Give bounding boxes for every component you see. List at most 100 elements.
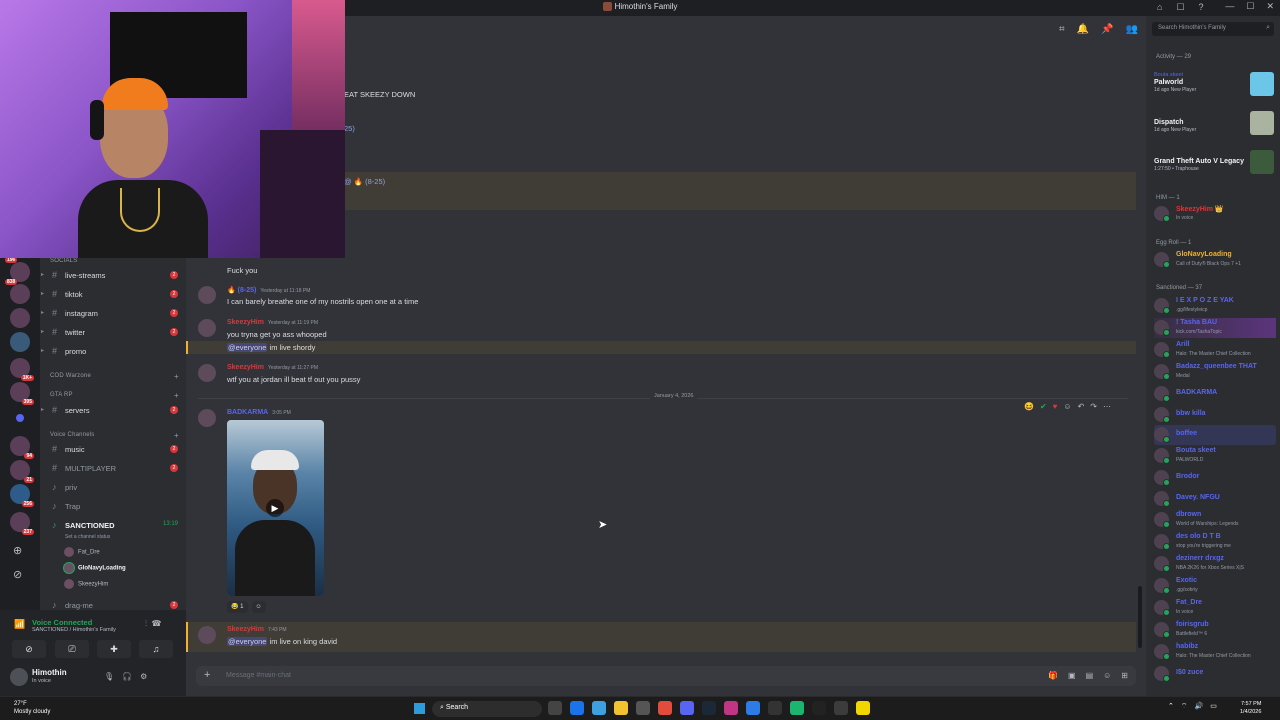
- activity-card[interactable]: Dispatch 1d ago New Player: [1154, 111, 1274, 145]
- chrome-icon[interactable]: [658, 701, 672, 715]
- instagram-icon[interactable]: [724, 701, 738, 715]
- reply-icon[interactable]: ↶: [1078, 402, 1085, 411]
- message-input[interactable]: Message #main-chat: [226, 672, 291, 679]
- activities-button[interactable]: ✚: [97, 640, 131, 658]
- add-reaction-icon[interactable]: ☺: [251, 601, 266, 613]
- member-row[interactable]: habibz Halo: The Master Chief Collection: [1154, 642, 1276, 662]
- channel-twitter[interactable]: ▸ # twitter 2: [40, 324, 186, 342]
- channel-tiktok[interactable]: ▸ # tiktok 2: [40, 286, 186, 304]
- member-row[interactable]: foirisgrub Battlefield™ 6: [1154, 620, 1276, 640]
- member-row[interactable]: GloNavyLoading Call of Duty® Black Ops 7 …: [1154, 250, 1276, 270]
- add-reaction-icon[interactable]: ☺: [1063, 402, 1071, 411]
- sticker-icon[interactable]: ▤: [1086, 671, 1094, 680]
- member-row[interactable]: dbrown World of Warships: Legends: [1154, 510, 1276, 530]
- message-author[interactable]: SkeezyHim Yesterday at 11:19 PM: [227, 319, 318, 326]
- close-button[interactable]: ✕: [1266, 1, 1274, 12]
- member-list-icon[interactable]: 👥: [1126, 24, 1138, 35]
- camera-off-button[interactable]: ⊘: [12, 640, 46, 658]
- member-row[interactable]: Fat_Dre In voice: [1154, 598, 1276, 618]
- steam-icon[interactable]: [702, 701, 716, 715]
- add-server-icon[interactable]: ⊕: [13, 544, 22, 557]
- notes-icon[interactable]: [856, 701, 870, 715]
- avatar[interactable]: [198, 319, 216, 337]
- voice-user[interactable]: GloNavyLoading: [64, 563, 126, 573]
- everyone-mention[interactable]: @everyone: [227, 637, 268, 646]
- edge-icon[interactable]: [570, 701, 584, 715]
- chat-scrollbar[interactable]: [1138, 586, 1142, 648]
- gift-icon[interactable]: 🎁: [1048, 671, 1058, 680]
- windows-start-icon[interactable]: [414, 703, 425, 714]
- minimize-button[interactable]: —: [1225, 1, 1234, 12]
- noise-icon[interactable]: ⫶: [145, 619, 147, 628]
- forward-icon[interactable]: ↷: [1090, 402, 1097, 411]
- volume-icon[interactable]: 🔊: [1194, 702, 1203, 711]
- apps-icon[interactable]: ⊞: [1121, 671, 1128, 680]
- add-channel-icon[interactable]: +: [174, 431, 179, 440]
- server-icon[interactable]: [10, 308, 30, 328]
- heart-icon[interactable]: ♥: [1053, 402, 1058, 411]
- discord-icon[interactable]: [680, 701, 694, 715]
- add-channel-icon[interactable]: +: [174, 391, 179, 400]
- activity-header[interactable]: Activity — 29: [1156, 54, 1191, 60]
- member-row[interactable]: dezinerr drxgz NBA 2K26 for Xbox Series X…: [1154, 554, 1276, 574]
- headphones-icon[interactable]: 🎧: [122, 672, 132, 681]
- server-icon[interactable]: 94: [10, 436, 34, 459]
- channel-live-streams[interactable]: ▸ # live-streams 2: [40, 267, 186, 285]
- member-row[interactable]: Brodor: [1154, 468, 1276, 488]
- more-icon[interactable]: ⋯: [1103, 402, 1111, 411]
- avatar[interactable]: [198, 364, 216, 382]
- member-row[interactable]: Davey. NFGU: [1154, 489, 1276, 509]
- message-author[interactable]: SkeezyHim 7:43 PM: [227, 626, 287, 633]
- settings-gear-icon[interactable]: ⚙: [140, 672, 147, 681]
- server-icon[interactable]: [10, 332, 30, 352]
- app-icon[interactable]: [746, 701, 760, 715]
- server-folder-icon[interactable]: [16, 414, 24, 422]
- server-icon[interactable]: 21: [10, 460, 34, 483]
- add-channel-icon[interactable]: +: [174, 372, 179, 381]
- channel-sanctioned[interactable]: ♪ SANCTIONED 13:19: [40, 517, 186, 535]
- message-composer[interactable]: + Message #main-chat 🎁 ▣ ▤ ☺ ⊞: [196, 666, 1136, 686]
- voice-user[interactable]: SkeezyHim: [64, 579, 108, 589]
- member-row[interactable]: I$0 zuce: [1154, 664, 1276, 684]
- member-row[interactable]: Arill Halo: The Master Chief Collection: [1154, 340, 1276, 360]
- server-icon[interactable]: 237: [10, 512, 34, 535]
- member-row[interactable]: Bouta skeet PALWORLD: [1154, 446, 1276, 466]
- member-row[interactable]: I E X P O Z E YAK .gg/lifestyleicp: [1154, 296, 1276, 316]
- maximize-button[interactable]: ☐: [1246, 1, 1254, 12]
- member-row[interactable]: bbw killa: [1154, 405, 1276, 425]
- tiktok-icon[interactable]: [812, 701, 826, 715]
- emoji-icon[interactable]: 😆: [1024, 402, 1034, 411]
- activity-card[interactable]: Bouta skeet Palworld 1d ago New Player: [1154, 72, 1274, 106]
- emoji-icon[interactable]: ☺: [1103, 671, 1111, 680]
- channel-trap[interactable]: ♪ Trap: [40, 498, 186, 516]
- threads-icon[interactable]: ⌗: [1059, 24, 1065, 35]
- check-icon[interactable]: ✔: [1040, 402, 1047, 411]
- system-clock[interactable]: 7:57 PM 1/4/2026: [1240, 700, 1261, 716]
- category-cod-warzone[interactable]: COD Warzone +: [50, 372, 179, 381]
- server-icon[interactable]: 395: [10, 382, 34, 405]
- message-author[interactable]: SkeezyHim Yesterday at 11:27 PM: [227, 364, 318, 371]
- avatar[interactable]: [198, 626, 216, 644]
- inbox-icon[interactable]: ⌂: [1157, 2, 1162, 13]
- obs-icon[interactable]: [768, 701, 782, 715]
- search-input[interactable]: Search Himothin's Family ⌕: [1152, 22, 1274, 36]
- chevron-up-icon[interactable]: ⌃: [1168, 702, 1174, 711]
- category-voice-channels[interactable]: Voice Channels +: [50, 431, 179, 440]
- reaction[interactable]: 😂 1: [227, 601, 248, 613]
- server-icon[interactable]: 256: [10, 484, 34, 507]
- voice-connected-label[interactable]: Voice Connected: [32, 618, 92, 627]
- server-icon[interactable]: 838: [5, 279, 30, 304]
- everyone-mention[interactable]: @everyone: [227, 343, 268, 352]
- channel-instagram[interactable]: ▸ # instagram 2: [40, 305, 186, 323]
- voice-user[interactable]: Fat_Dre: [64, 547, 100, 557]
- weather-widget[interactable]: 27°F Mostly cloudy: [14, 700, 50, 716]
- avatar[interactable]: [198, 409, 216, 427]
- soundboard-button[interactable]: ♫: [139, 640, 173, 658]
- gif-icon[interactable]: ▣: [1068, 671, 1076, 680]
- disconnect-icon[interactable]: ☎: [151, 619, 161, 628]
- battery-icon[interactable]: ▭: [1210, 702, 1217, 711]
- help-icon[interactable]: ?: [1199, 2, 1204, 13]
- avatar[interactable]: [10, 668, 28, 686]
- play-icon[interactable]: ▶: [266, 499, 284, 517]
- message-author[interactable]: BADKARMA 3:05 PM: [227, 409, 291, 416]
